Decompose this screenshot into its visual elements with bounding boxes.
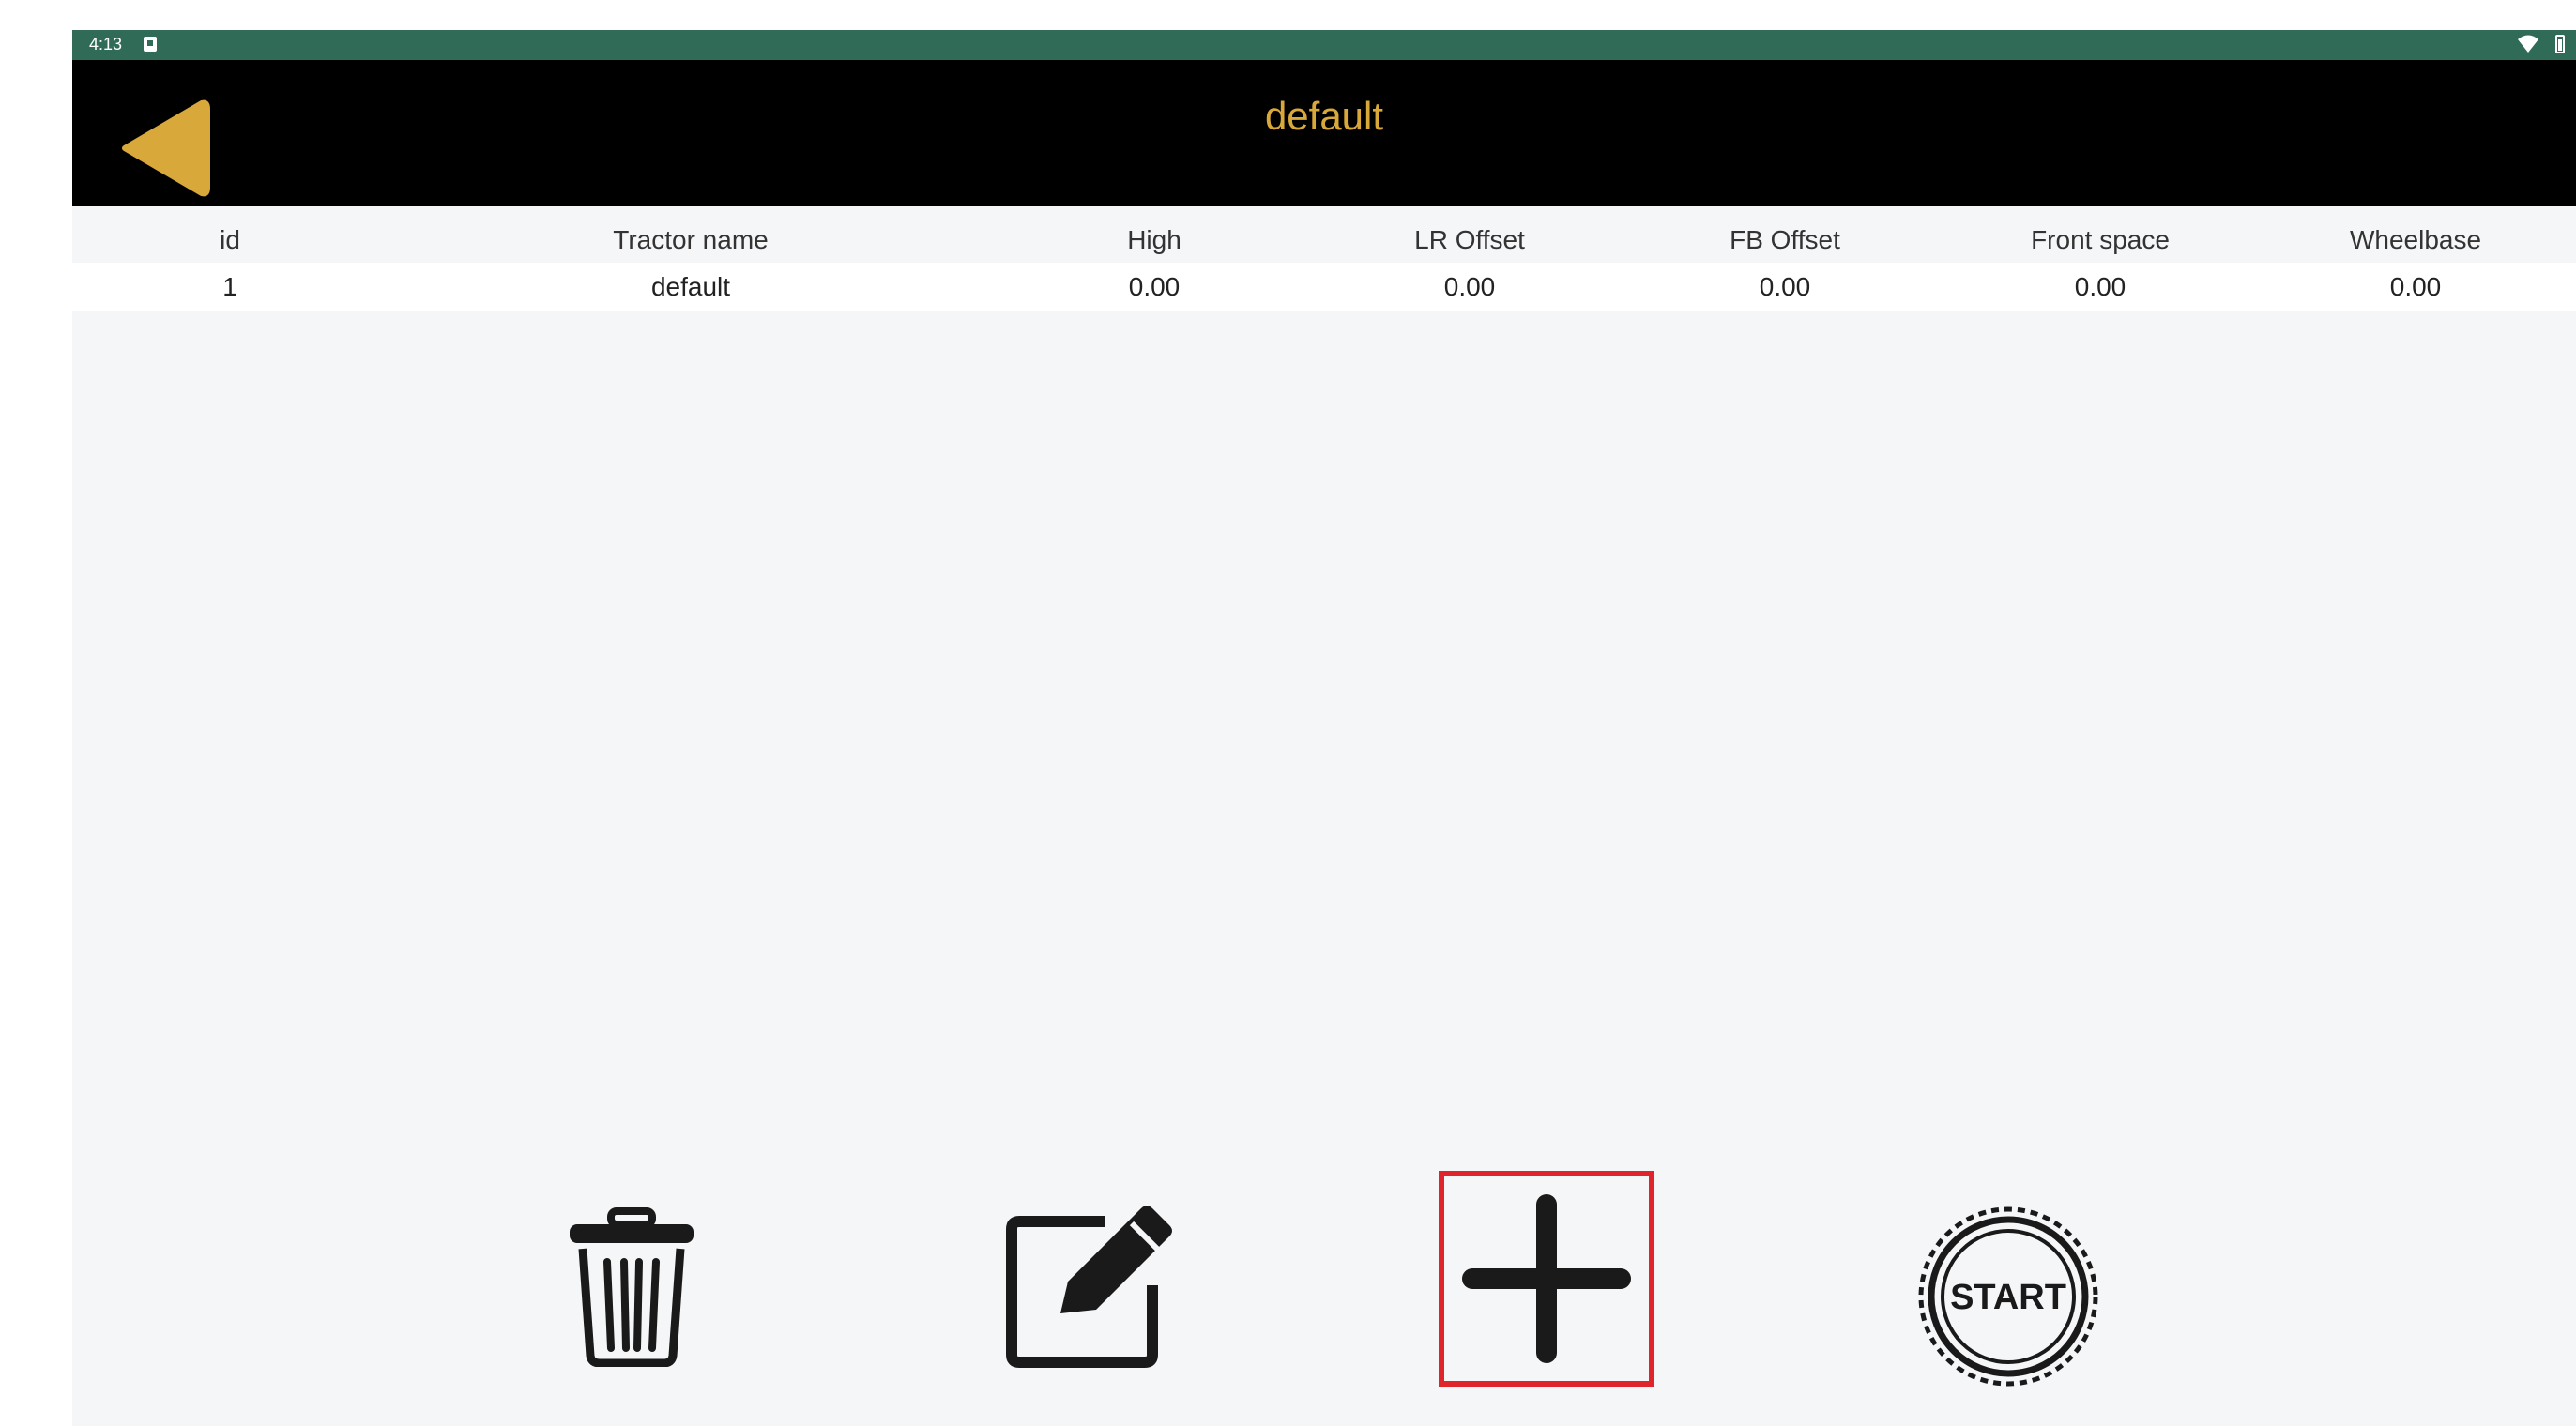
cell-tractor-name: default (650, 272, 731, 301)
add-button[interactable] (1439, 1171, 1654, 1387)
page-title: default (1264, 94, 1384, 138)
cell-lr-offset: 0.00 (1443, 272, 1496, 301)
table-row[interactable]: 1 default 0.00 0.00 0.00 0.00 0.00 (72, 263, 2576, 311)
edit-icon (1006, 1206, 1172, 1368)
wifi-icon (2518, 35, 2538, 53)
notification-icon (144, 37, 157, 52)
cell-front-space: 0.00 (2074, 272, 2126, 301)
delete-button[interactable] (561, 1193, 702, 1381)
column-header-fb-offset: FB Offset (1730, 225, 1840, 254)
column-header-tractor-name: Tractor name (613, 225, 769, 254)
column-header-id: id (220, 225, 240, 254)
start-button[interactable]: START (1914, 1203, 2102, 1390)
edit-button[interactable] (998, 1193, 1185, 1381)
column-header-high: High (1127, 225, 1181, 254)
table-header-row: id Tractor name High LR Offset FB Offset… (72, 218, 2576, 263)
column-header-front-space: Front space (2031, 225, 2170, 254)
app-screen: 4:13 default id Tractor name High LR Off… (72, 30, 2576, 1426)
start-icon: START (1918, 1206, 2098, 1387)
app-bar: default (72, 60, 2576, 206)
cell-high: 0.00 (1128, 272, 1181, 301)
plus-icon (1462, 1194, 1631, 1363)
column-header-lr-offset: LR Offset (1414, 225, 1525, 254)
status-time: 4:13 (89, 35, 123, 53)
cell-fb-offset: 0.00 (1759, 272, 1811, 301)
tractor-table: id Tractor name High LR Offset FB Offset… (72, 218, 2576, 311)
trash-icon (570, 1207, 694, 1367)
cell-id: 1 (222, 272, 237, 301)
column-header-wheelbase: Wheelbase (2349, 225, 2482, 254)
battery-icon (2555, 35, 2565, 53)
status-bar: 4:13 (72, 30, 2576, 60)
cell-wheelbase: 0.00 (2389, 272, 2442, 301)
start-label: START (1950, 1278, 2066, 1317)
